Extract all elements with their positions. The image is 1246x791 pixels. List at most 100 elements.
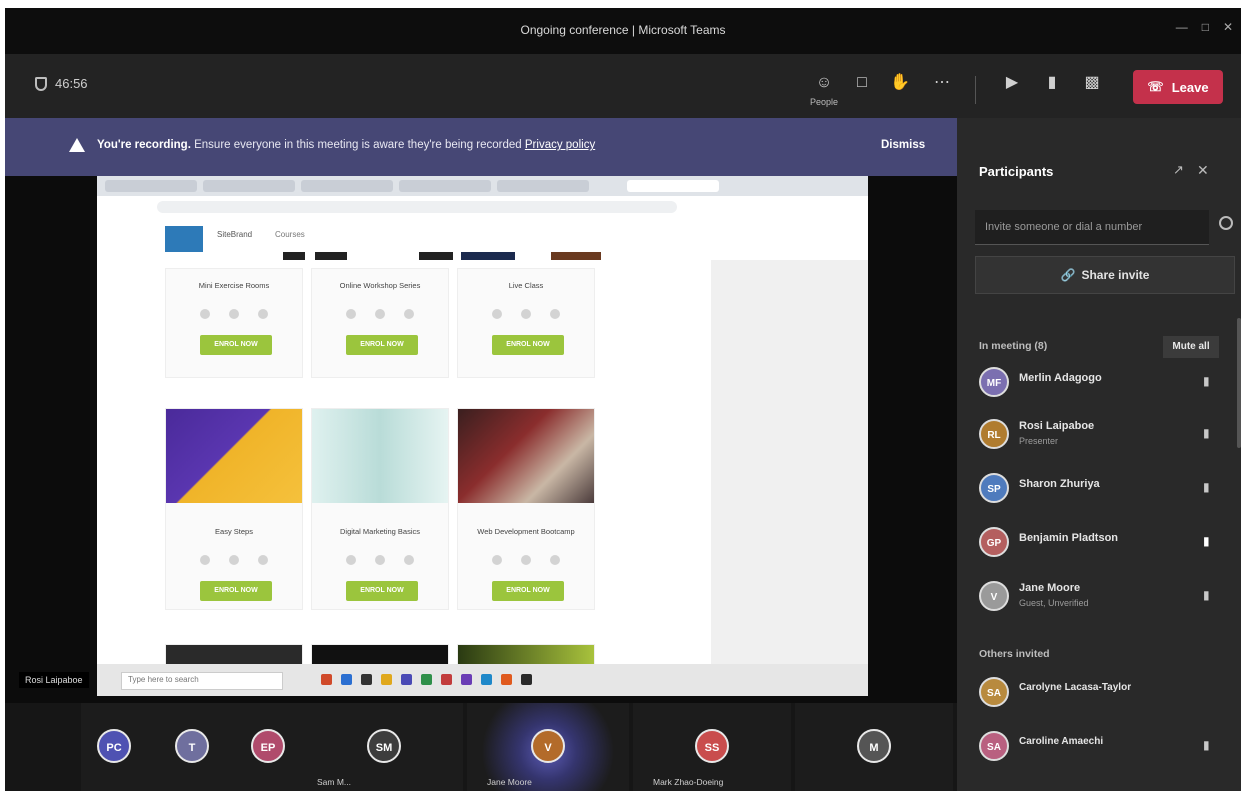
timer-text: 46:56 [55, 76, 88, 91]
browser-tab[interactable] [301, 180, 393, 192]
nav-block [461, 252, 515, 260]
video-tile[interactable]: SS Mark Zhao-Doeing [633, 703, 791, 791]
nav-block [283, 252, 305, 260]
course-title: Web Development Bootcamp [477, 527, 575, 536]
video-tile[interactable]: SM Sam M... [305, 703, 463, 791]
gallery-avatar[interactable]: T [175, 729, 209, 763]
phone-hangup-icon: ☏ [1147, 79, 1164, 94]
page-side-area [711, 260, 868, 696]
others-invited-header[interactable]: Others invited [979, 648, 1050, 660]
banner-bold: You're recording. [97, 139, 191, 151]
microphone-icon[interactable]: ▮ [1041, 72, 1063, 94]
meeting-timer: 46:56 [35, 76, 88, 91]
people-icon[interactable]: ☺ [813, 72, 835, 94]
browser-tab[interactable] [105, 180, 197, 192]
video-tile[interactable]: M [795, 703, 953, 791]
course-card [311, 644, 449, 666]
browser-tab-active[interactable] [627, 180, 719, 192]
app-icon[interactable] [341, 674, 352, 685]
camera-icon[interactable]: ▶ [1001, 72, 1023, 94]
app-icon[interactable] [321, 674, 332, 685]
invited-row[interactable]: SA Caroline Amaechi ▮ [957, 724, 1241, 774]
mic-icon: ▮ [1203, 480, 1210, 494]
mute-all-button[interactable]: Mute all [1163, 336, 1219, 358]
course-card: Online Workshop Series ENROL NOW [311, 268, 449, 378]
site-menu: Courses [275, 230, 305, 239]
participant-name: Jane Moore [1019, 582, 1081, 594]
share-screen-icon[interactable]: ▩ [1081, 72, 1103, 94]
app-icon[interactable] [441, 674, 452, 685]
app-icon[interactable] [421, 674, 432, 685]
leave-label: Leave [1171, 79, 1209, 95]
participant-row[interactable]: MF Merlin Adagogo ▮ [957, 360, 1241, 410]
app-icon[interactable] [481, 674, 492, 685]
enrol-button[interactable]: ENROL NOW [346, 581, 418, 601]
panel-scrollbar[interactable] [1237, 318, 1241, 448]
enrol-button[interactable]: ENROL NOW [200, 581, 272, 601]
title-bar: Ongoing conference | Microsoft Teams — □… [5, 8, 1241, 54]
leave-button[interactable]: ☏ Leave [1133, 70, 1223, 104]
gallery-avatar: M [857, 729, 891, 763]
invite-input[interactable]: Invite someone or dial a number [975, 210, 1209, 245]
enrol-button[interactable]: ENROL NOW [492, 581, 564, 601]
site-logo [165, 226, 203, 252]
search-icon[interactable] [1219, 216, 1233, 230]
app-icon[interactable] [521, 674, 532, 685]
gallery-avatar[interactable]: EP [251, 729, 285, 763]
share-invite-button[interactable]: 🔗 Share invite [975, 256, 1235, 294]
participant-avatar: SA [979, 677, 1009, 707]
close-icon[interactable]: ✕ [1223, 20, 1233, 34]
chat-icon[interactable]: □ [851, 72, 873, 94]
pop-out-icon[interactable]: ↗ [1173, 162, 1184, 178]
shield-icon [35, 76, 47, 91]
privacy-policy-link[interactable]: Privacy policy [525, 139, 595, 151]
enrol-button[interactable]: ENROL NOW [346, 335, 418, 355]
browser-tab[interactable] [497, 180, 589, 192]
web-page: SiteBrand Courses Mini Exercise Rooms EN… [97, 218, 868, 696]
gallery-avatar[interactable]: PC [97, 729, 131, 763]
course-title: Online Workshop Series [339, 281, 421, 290]
participant-row[interactable]: GP Benjamin Pladtson ▮ [957, 520, 1241, 570]
url-field[interactable] [157, 201, 677, 213]
course-stats [492, 555, 560, 565]
more-options-icon[interactable]: ⋯ [931, 72, 953, 94]
app-icon[interactable] [381, 674, 392, 685]
share-invite-label: Share invite [1081, 268, 1150, 282]
participant-row[interactable]: V Jane Moore Guest, Unverified ▮ [957, 574, 1241, 624]
banner-message: Ensure everyone in this meeting is aware… [194, 139, 522, 151]
app-icon[interactable] [501, 674, 512, 685]
maximize-icon[interactable]: □ [1202, 20, 1209, 34]
participant-gallery: PC T EP SM Sam M... V Jane Moore SS Mark… [5, 703, 957, 791]
minimize-icon[interactable]: — [1176, 20, 1188, 34]
browser-tab[interactable] [399, 180, 491, 192]
app-icon[interactable] [461, 674, 472, 685]
gallery-avatar: SM [367, 729, 401, 763]
taskbar-search[interactable]: Type here to search [121, 672, 283, 690]
in-meeting-header[interactable]: In meeting (8) [979, 340, 1047, 352]
dismiss-button[interactable]: Dismiss [881, 139, 925, 151]
participant-avatar: SA [979, 731, 1009, 761]
course-title: Digital Marketing Basics [339, 527, 421, 536]
invite-placeholder: Invite someone or dial a number [985, 221, 1143, 233]
video-tile-active-speaker[interactable]: V Jane Moore [467, 703, 629, 791]
participant-name: Sharon Zhuriya [1019, 478, 1100, 490]
app-icon[interactable] [361, 674, 372, 685]
gallery-name: Jane Moore [487, 777, 532, 787]
invited-row[interactable]: SA Carolyne Lacasa-Taylor [957, 670, 1241, 720]
enrol-button[interactable]: ENROL NOW [200, 335, 272, 355]
participant-avatar: RL [979, 419, 1009, 449]
course-thumbnail [166, 409, 302, 503]
course-thumbnail [312, 409, 448, 503]
course-card: Digital Marketing Basics ENROL NOW [311, 408, 449, 610]
participants-panel: Participants ↗ ✕ Invite someone or dial … [957, 118, 1241, 791]
app-icon[interactable] [401, 674, 412, 685]
participant-row[interactable]: SP Sharon Zhuriya ▮ [957, 466, 1241, 516]
participant-row[interactable]: RL Rosi Laipaboe Presenter ▮ [957, 412, 1241, 462]
course-card [165, 644, 303, 666]
browser-tab[interactable] [203, 180, 295, 192]
close-panel-icon[interactable]: ✕ [1197, 162, 1209, 179]
mic-icon: ▮ [1203, 738, 1210, 752]
enrol-button[interactable]: ENROL NOW [492, 335, 564, 355]
reactions-icon[interactable]: ✋ [889, 72, 911, 94]
mic-icon: ▮ [1203, 374, 1210, 388]
